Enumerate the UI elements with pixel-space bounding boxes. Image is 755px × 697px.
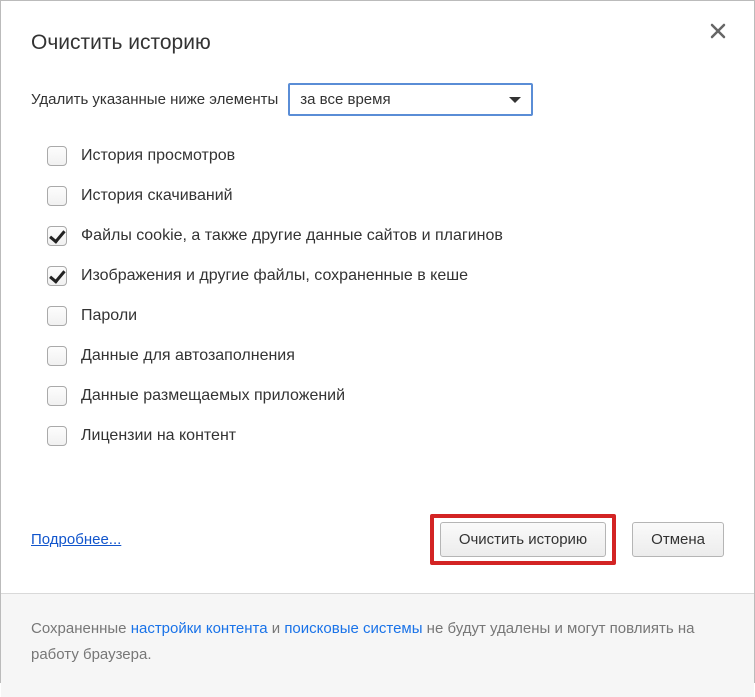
option-download-history: История скачиваний — [47, 186, 724, 206]
cancel-button[interactable]: Отмена — [632, 522, 724, 557]
time-range-select[interactable]: за все время — [288, 83, 533, 116]
chevron-down-icon — [509, 97, 521, 103]
clear-history-button[interactable]: Очистить историю — [440, 522, 606, 557]
content-settings-link[interactable]: настройки контента — [131, 620, 268, 637]
checkbox-browsing-history[interactable] — [47, 146, 67, 166]
option-autofill: Данные для автозаполнения — [47, 346, 724, 366]
option-passwords: Пароли — [47, 306, 724, 326]
checkbox-content-licenses[interactable] — [47, 426, 67, 446]
footer-text-prefix: Сохраненные — [31, 620, 131, 637]
button-group: Очистить историю Отмена — [430, 514, 724, 565]
checkbox-cached-files[interactable] — [47, 266, 67, 286]
option-label: Данные для автозаполнения — [81, 347, 295, 365]
option-cookies: Файлы cookie, а также другие данные сайт… — [47, 226, 724, 246]
learn-more-link[interactable]: Подробнее... — [31, 531, 121, 548]
dialog-actions: Подробнее... Очистить историю Отмена — [1, 514, 754, 593]
checkbox-cookies[interactable] — [47, 226, 67, 246]
clear-button-highlight: Очистить историю — [430, 514, 616, 565]
option-browsing-history: История просмотров — [47, 146, 724, 166]
checkbox-download-history[interactable] — [47, 186, 67, 206]
option-label: Файлы cookie, а также другие данные сайт… — [81, 227, 503, 245]
option-label: История просмотров — [81, 147, 235, 165]
dialog-title: Очистить историю — [31, 31, 724, 55]
checkbox-hosted-apps[interactable] — [47, 386, 67, 406]
close-icon[interactable] — [710, 23, 726, 42]
option-content-licenses: Лицензии на контент — [47, 426, 724, 446]
options-list: История просмотров История скачиваний Фа… — [47, 146, 724, 446]
checkbox-passwords[interactable] — [47, 306, 67, 326]
checkbox-autofill[interactable] — [47, 346, 67, 366]
option-label: Пароли — [81, 307, 137, 325]
clear-history-dialog: Очистить историю Удалить указанные ниже … — [0, 0, 755, 683]
option-label: Лицензии на контент — [81, 427, 236, 445]
footer-text-mid: и — [268, 620, 285, 637]
option-cached-files: Изображения и другие файлы, сохраненные … — [47, 266, 724, 286]
option-label: Изображения и другие файлы, сохраненные … — [81, 267, 468, 285]
option-label: Данные размещаемых приложений — [81, 387, 345, 405]
option-hosted-apps: Данные размещаемых приложений — [47, 386, 724, 406]
dialog-footer: Сохраненные настройки контента и поисков… — [1, 593, 754, 697]
time-range-value: за все время — [300, 91, 390, 108]
dialog-body: Очистить историю Удалить указанные ниже … — [1, 1, 754, 514]
search-engines-link[interactable]: поисковые системы — [284, 620, 422, 637]
time-range-row: Удалить указанные ниже элементы за все в… — [31, 83, 724, 116]
option-label: История скачиваний — [81, 187, 233, 205]
time-range-label: Удалить указанные ниже элементы — [31, 91, 278, 108]
